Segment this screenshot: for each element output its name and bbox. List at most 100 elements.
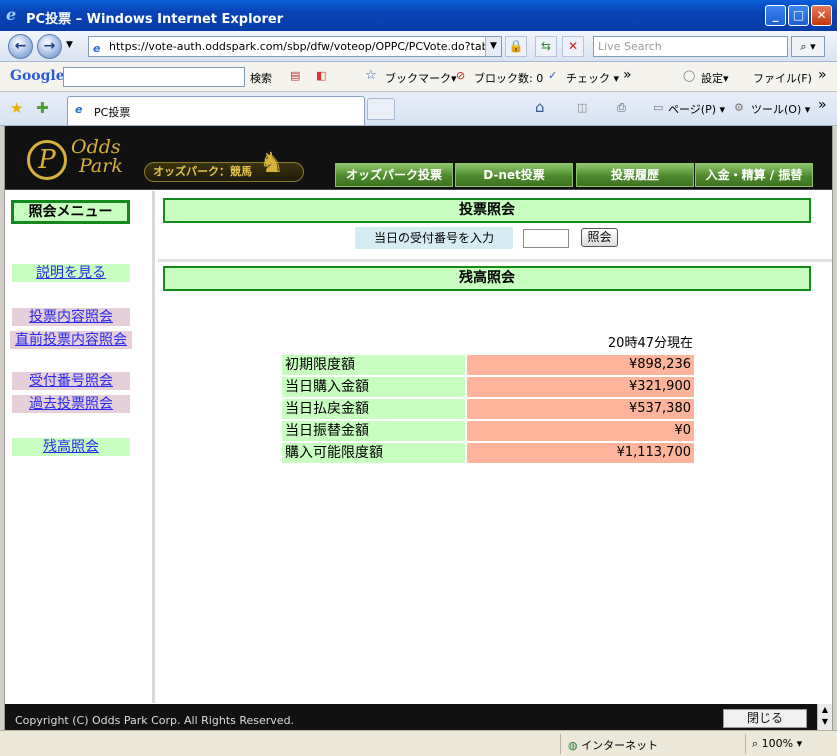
nav-vote-history[interactable]: 投票履歴: [576, 163, 694, 187]
tab-title: PC投票: [94, 106, 131, 119]
more-commands-button[interactable]: »: [818, 97, 827, 113]
google-toolbar: Google 検索 ▤ ◧ ☆ ブックマーク▾ ⊘ ブロック数: 0 ✓ チェッ…: [0, 62, 837, 92]
add-favorite-icon[interactable]: ✚: [36, 99, 49, 117]
close-page-button[interactable]: 閉じる: [723, 709, 807, 728]
tab-pc-vote[interactable]: e PC投票: [67, 96, 365, 125]
history-dropdown-icon[interactable]: ▼: [66, 40, 73, 50]
receipt-number-input[interactable]: [523, 229, 569, 248]
sidebar-item-receipt-number[interactable]: 受付番号照会: [12, 372, 130, 390]
balance-timestamp: 20時47分現在: [607, 336, 693, 351]
stop-icon[interactable]: ✕: [562, 36, 584, 57]
vertical-scrollbar[interactable]: ▲ ▼: [817, 704, 832, 730]
block-icon: ⊘: [456, 69, 466, 82]
sidebar-title: 照会メニュー: [11, 200, 130, 224]
google-logo: Google: [10, 68, 65, 84]
address-dropdown-icon[interactable]: ▼: [485, 37, 501, 56]
tab-ie-icon: e: [75, 103, 83, 116]
status-bar: ◍ インターネット ⌕ 100% ▾: [0, 730, 837, 756]
site-footer: Copyright (C) Odds Park Corp. All Rights…: [5, 704, 832, 730]
sidebar-item-help[interactable]: 説明を見る: [12, 264, 130, 282]
inquiry-button[interactable]: 照会: [581, 228, 618, 247]
refresh-icon[interactable]: ⇆: [535, 36, 557, 57]
minimize-button[interactable]: _: [765, 5, 786, 26]
globe-icon: ◍: [568, 739, 578, 752]
maximize-button[interactable]: □: [788, 5, 809, 26]
feeds-icon[interactable]: ◫: [577, 101, 587, 114]
page-icon-menu: ▭: [653, 101, 664, 114]
sidebar-item-past-vote[interactable]: 過去投票照会: [12, 395, 130, 413]
popup-icon[interactable]: ◧: [316, 69, 326, 82]
balance-value: ¥0: [467, 421, 694, 441]
balance-label: 購入可能限度額: [282, 443, 465, 463]
search-input[interactable]: Live Search: [593, 36, 788, 57]
logo-line-2: Park: [79, 155, 123, 177]
tools-menu[interactable]: ツール(O) ▾: [751, 101, 810, 117]
nav-deposit-settle[interactable]: 入金・精算 / 振替: [695, 163, 813, 187]
file-menu[interactable]: ファイル(F): [753, 70, 812, 86]
main-content: 投票照会 当日の受付番号を入力 照会 残高照会 20時47分現在 初期限度額 ¥…: [158, 191, 832, 703]
window-titlebar: e PC投票 – Windows Internet Explorer _ □ ✕: [0, 0, 837, 31]
sidebar-item-recent-vote[interactable]: 直前投票内容照会: [10, 331, 132, 349]
balance-value: ¥321,900: [467, 377, 694, 397]
balance-label: 当日購入金額: [282, 377, 465, 397]
nav-dnet-vote[interactable]: D-net投票: [455, 163, 573, 187]
balance-inquiry-heading: 残高照会: [163, 266, 811, 291]
copyright-text: Copyright (C) Odds Park Corp. All Rights…: [15, 714, 295, 727]
page-icon: e: [93, 42, 101, 55]
spellcheck-menu[interactable]: チェック ▾: [566, 70, 619, 86]
horse-icon: ♞: [259, 146, 285, 179]
balance-value: ¥898,236: [467, 355, 694, 375]
sidebar-item-balance[interactable]: 残高照会: [12, 438, 130, 456]
security-zone: ◍ インターネット: [568, 737, 658, 753]
blocked-count[interactable]: ブロック数: 0: [474, 70, 543, 86]
news-icon[interactable]: ▤: [290, 69, 300, 82]
zoom-control[interactable]: ⌕ 100% ▾: [752, 737, 802, 751]
balance-value: ¥1,113,700: [467, 443, 694, 463]
address-toolbar: ← → ▼ e https://vote-auth.oddspark.com/s…: [0, 31, 837, 62]
spellcheck-icon: ✓: [548, 69, 558, 82]
site-header: P Odds Park オッズパーク：競馬 ♞ オッズパーク投票 D-net投票…: [5, 126, 832, 190]
tools-gear-icon: ⚙: [734, 101, 744, 114]
oddspark-logo-text: Odds Park: [71, 138, 123, 176]
inquiry-sidebar: 照会メニュー 説明を見る 投票内容照会 直前投票内容照会 受付番号照会 過去投票…: [5, 191, 155, 703]
settings-icon: ◯: [683, 69, 696, 82]
address-bar[interactable]: e https://vote-auth.oddspark.com/sbp/dfw…: [88, 36, 502, 57]
zoom-icon: ⌕: [752, 737, 759, 750]
home-icon[interactable]: ⌂: [535, 98, 545, 116]
zone-label: インターネット: [581, 739, 659, 752]
more-tools-button[interactable]: »: [623, 67, 632, 83]
status-separator: [560, 734, 561, 754]
balance-label: 初期限度額: [282, 355, 465, 375]
balance-label: 当日払戻金額: [282, 399, 465, 419]
oddspark-logo-icon: P: [27, 140, 67, 180]
address-url: https://vote-auth.oddspark.com/sbp/dfw/v…: [109, 40, 498, 53]
ie-logo-icon: e: [6, 5, 17, 24]
close-window-button[interactable]: ✕: [811, 5, 832, 26]
status-separator: [745, 734, 746, 754]
bookmarks-menu[interactable]: ブックマーク▾: [385, 70, 457, 86]
receipt-number-label: 当日の受付番号を入力: [355, 227, 513, 249]
balance-label: 当日振替金額: [282, 421, 465, 441]
window-title: PC投票 – Windows Internet Explorer: [26, 12, 284, 27]
back-button[interactable]: ←: [8, 34, 33, 59]
search-button[interactable]: ⌕ ▾: [791, 36, 825, 57]
page-menu[interactable]: ページ(P) ▾: [668, 101, 725, 117]
balance-value: ¥537,380: [467, 399, 694, 419]
more-menu-button[interactable]: »: [818, 67, 827, 83]
forward-button[interactable]: →: [37, 34, 62, 59]
google-search-input[interactable]: [63, 67, 245, 87]
settings-menu[interactable]: 設定▾: [701, 70, 729, 86]
page-viewport: P Odds Park オッズパーク：競馬 ♞ オッズパーク投票 D-net投票…: [4, 126, 833, 730]
lock-icon[interactable]: 🔒: [505, 36, 527, 57]
new-tab-button[interactable]: [367, 98, 395, 120]
section-divider: [158, 259, 832, 262]
vote-inquiry-heading: 投票照会: [163, 198, 811, 223]
print-icon[interactable]: ⎙: [617, 101, 626, 115]
google-search-button[interactable]: 検索: [250, 70, 272, 86]
tab-bar: ★ ✚ e PC投票 ⌂ ◫ ⎙ ▭ ページ(P) ▾ ⚙ ツール(O) ▾ »: [0, 92, 837, 126]
zoom-level: 100% ▾: [761, 737, 803, 750]
sidebar-item-vote-content[interactable]: 投票内容照会: [12, 308, 130, 326]
nav-oddspark-vote[interactable]: オッズパーク投票: [335, 163, 453, 187]
bookmark-star-icon[interactable]: ☆: [365, 68, 377, 83]
favorites-star-icon[interactable]: ★: [10, 99, 23, 117]
